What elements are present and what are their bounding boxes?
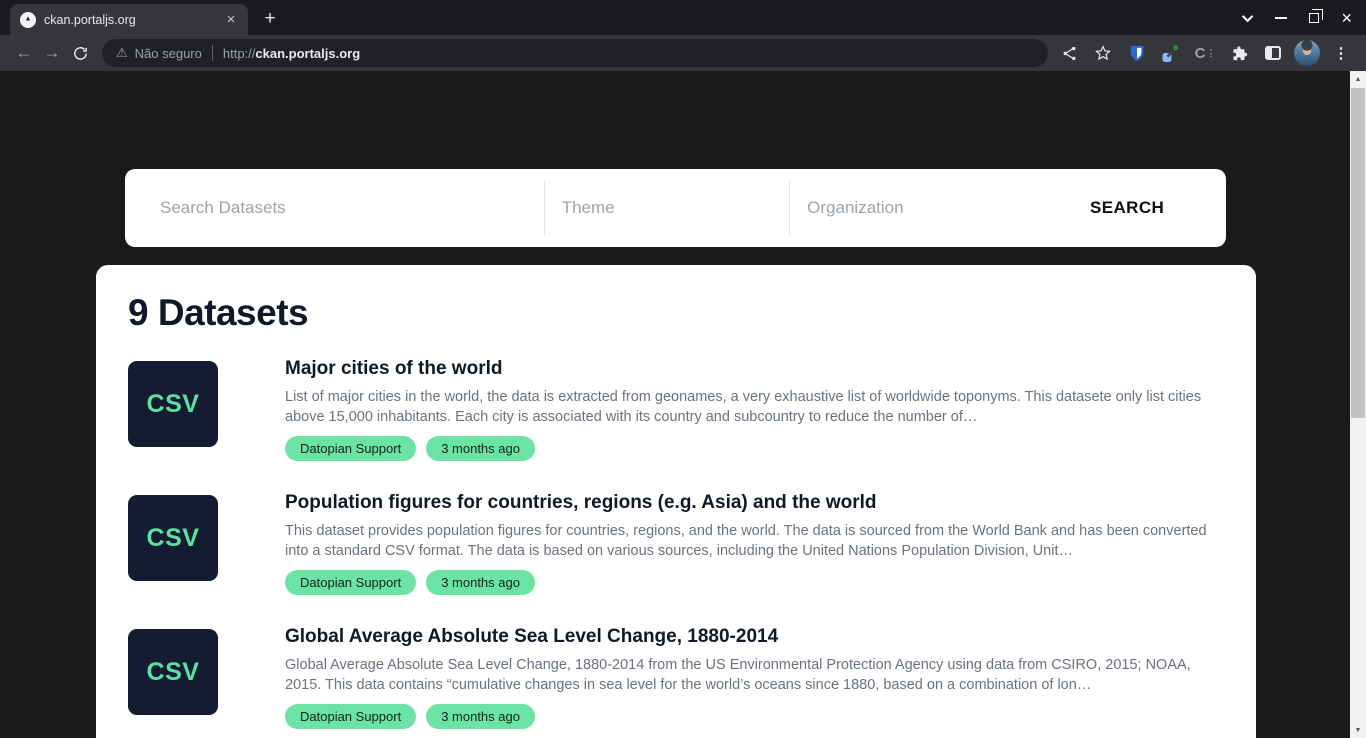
organization-badge[interactable]: Datopian Support: [285, 570, 416, 595]
dataset-title-link[interactable]: Population figures for countries, region…: [285, 491, 1221, 515]
organization-input[interactable]: [790, 169, 1028, 247]
site-favicon-icon: ▲: [20, 12, 36, 28]
avatar: [1294, 40, 1320, 66]
browser-toolbar: ← → ⚠ Não seguro http:// ckan.portaljs.o…: [0, 35, 1366, 71]
eyedropper-extension-button[interactable]: [1156, 39, 1186, 67]
browser-menu-button[interactable]: ⋮: [1326, 39, 1356, 67]
puzzle-piece-icon: [1230, 44, 1249, 63]
dataset-description: List of major cities in the world, the d…: [285, 387, 1221, 427]
dataset-row: CSV Major cities of the world List of ma…: [128, 361, 1224, 461]
search-button[interactable]: SEARCH: [1028, 169, 1226, 247]
new-tab-button[interactable]: +: [256, 5, 284, 33]
side-panel-button[interactable]: [1258, 39, 1288, 67]
window-restore-button[interactable]: [1309, 13, 1319, 23]
results-card: 9 Datasets CSV Major cities of the world…: [96, 265, 1256, 738]
time-badge: 3 months ago: [426, 570, 535, 595]
bitwarden-shield-icon: [1127, 43, 1147, 63]
window-controls: ×: [1231, 0, 1366, 35]
profile-avatar[interactable]: [1292, 39, 1322, 67]
security-label: Não seguro: [135, 46, 202, 61]
browser-tab[interactable]: ▲ ckan.portaljs.org ×: [10, 4, 248, 35]
tab-search-chevron-icon[interactable]: [1242, 10, 1253, 21]
dataset-title-link[interactable]: Major cities of the world: [285, 357, 1221, 381]
csv-format-icon: CSV: [128, 629, 218, 715]
tab-close-icon[interactable]: ×: [222, 11, 240, 29]
bookmark-button[interactable]: [1088, 39, 1118, 67]
colorzilla-dots-icon: ⋮: [1206, 48, 1215, 59]
scroll-down-button[interactable]: ▼: [1350, 722, 1366, 738]
reload-icon: [72, 45, 89, 62]
time-badge: 3 months ago: [426, 436, 535, 461]
scrollbar-thumb[interactable]: [1351, 88, 1365, 418]
url-scheme: http://: [223, 46, 256, 61]
organization-badge[interactable]: Datopian Support: [285, 704, 416, 729]
url-host: ckan.portaljs.org: [255, 46, 360, 61]
share-button[interactable]: [1054, 39, 1084, 67]
theme-input[interactable]: [545, 169, 789, 247]
results-heading: 9 Datasets: [128, 291, 1224, 335]
bitwarden-extension-button[interactable]: [1122, 39, 1152, 67]
address-bar[interactable]: ⚠ Não seguro http:// ckan.portaljs.org: [102, 39, 1048, 67]
dataset-description: This dataset provides population figures…: [285, 521, 1221, 561]
toolbar-actions: C⋮ ⋮: [1054, 39, 1356, 67]
share-icon: [1061, 45, 1078, 62]
omnibox-divider: [212, 45, 213, 61]
colorzilla-label: C: [1195, 45, 1206, 62]
csv-format-icon: CSV: [128, 361, 218, 447]
colorzilla-extension-button[interactable]: C⋮: [1190, 39, 1220, 67]
format-label: CSV: [147, 390, 200, 419]
organization-badge[interactable]: Datopian Support: [285, 436, 416, 461]
reload-button[interactable]: [66, 39, 94, 67]
format-label: CSV: [147, 658, 200, 687]
bookmark-star-icon: [1094, 44, 1112, 62]
back-button[interactable]: ←: [10, 39, 38, 67]
tab-strip: ▲ ckan.portaljs.org × + ×: [0, 0, 1366, 35]
csv-format-icon: CSV: [128, 495, 218, 581]
time-badge: 3 months ago: [426, 704, 535, 729]
scroll-up-button[interactable]: ▲: [1350, 71, 1366, 87]
dataset-search-bar: SEARCH: [125, 169, 1226, 247]
extensions-button[interactable]: [1224, 39, 1254, 67]
page-scrollbar[interactable]: ▲ ▼: [1350, 71, 1366, 738]
page-content: SEARCH 9 Datasets CSV Major cities of th…: [0, 71, 1366, 738]
dataset-title-link[interactable]: Global Average Absolute Sea Level Change…: [285, 625, 1221, 649]
forward-button[interactable]: →: [38, 39, 66, 67]
eyedropper-icon: [1161, 43, 1181, 63]
search-datasets-input[interactable]: [125, 169, 544, 247]
dataset-row: CSV Population figures for countries, re…: [128, 495, 1224, 595]
dataset-row: CSV Global Average Absolute Sea Level Ch…: [128, 629, 1224, 729]
tab-title: ckan.portaljs.org: [44, 13, 222, 27]
window-minimize-button[interactable]: [1275, 17, 1287, 19]
window-close-button[interactable]: ×: [1341, 9, 1352, 27]
format-label: CSV: [147, 524, 200, 553]
dataset-description: Global Average Absolute Sea Level Change…: [285, 655, 1221, 695]
side-panel-icon: [1265, 46, 1281, 60]
not-secure-warning-icon: ⚠: [116, 45, 128, 61]
